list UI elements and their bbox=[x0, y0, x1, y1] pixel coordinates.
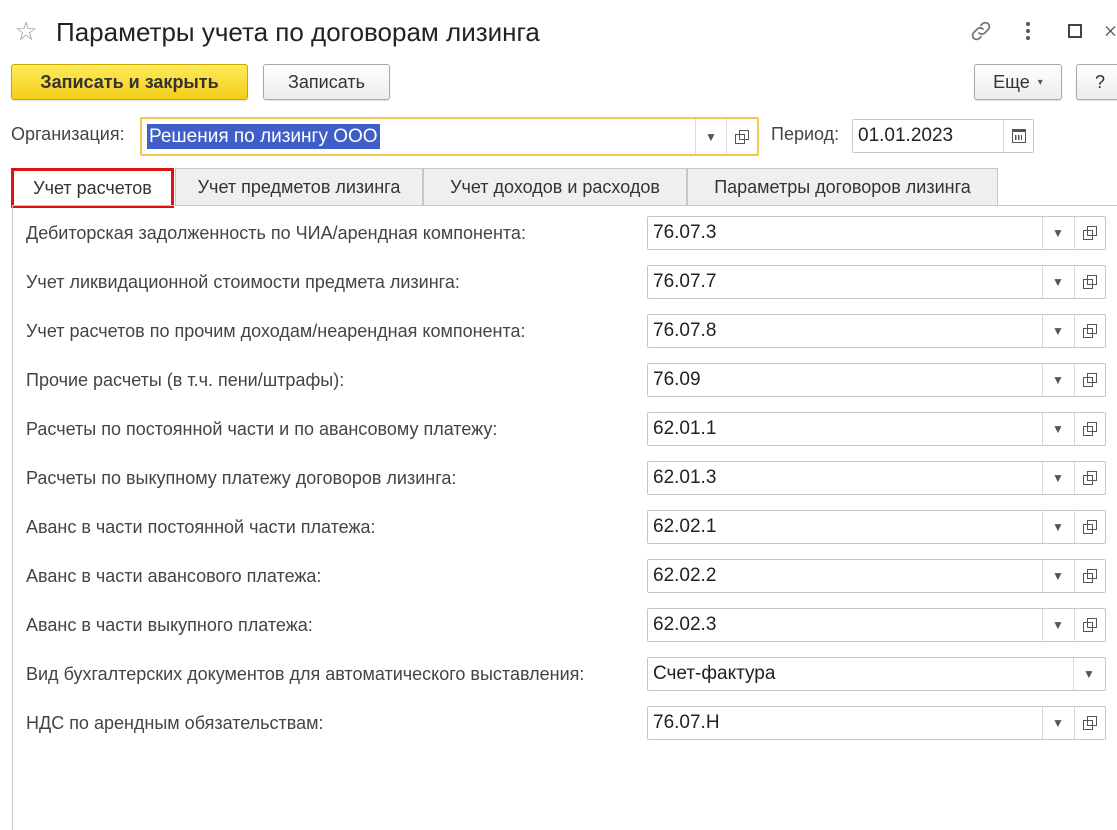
dropdown-icon[interactable]: ▼ bbox=[1043, 560, 1073, 592]
tab-settlements[interactable]: Учет расчетов bbox=[11, 168, 174, 208]
panel-border bbox=[12, 205, 13, 830]
organization-open-icon[interactable] bbox=[727, 119, 757, 154]
setting-value: 76.09 bbox=[653, 369, 701, 390]
setting-label: Аванс в части выкупного платежа: bbox=[26, 615, 313, 635]
more-button-label: Еще bbox=[993, 71, 1030, 92]
setting-label: Расчеты по выкупному платежу договоров л… bbox=[26, 468, 457, 488]
setting-value: 76.07.3 bbox=[653, 222, 717, 243]
setting-value: 62.01.3 bbox=[653, 467, 717, 488]
open-item-icon[interactable] bbox=[1075, 462, 1105, 494]
tab-leasing-items[interactable]: Учет предметов лизинга bbox=[175, 168, 423, 205]
tab-income-expenses[interactable]: Учет доходов и расходов bbox=[423, 168, 687, 205]
open-item-icon[interactable] bbox=[1075, 560, 1105, 592]
setting-field[interactable]: Счет-фактура ▼ bbox=[647, 657, 1106, 691]
open-item-icon[interactable] bbox=[1075, 364, 1105, 396]
setting-value: 76.07.7 bbox=[653, 271, 717, 292]
setting-label: Аванс в части авансового платежа: bbox=[26, 566, 322, 586]
save-button[interactable]: Записать bbox=[263, 64, 390, 100]
dropdown-icon[interactable]: ▼ bbox=[1043, 462, 1073, 494]
dropdown-icon[interactable]: ▼ bbox=[1043, 217, 1073, 249]
open-item-icon[interactable] bbox=[1075, 315, 1105, 347]
chevron-down-icon: ▾ bbox=[1037, 76, 1043, 88]
open-item-icon[interactable] bbox=[1075, 511, 1105, 543]
maximize-icon[interactable] bbox=[1062, 18, 1088, 44]
setting-field[interactable]: 76.07.3 ▼ bbox=[647, 216, 1106, 250]
open-item-icon[interactable] bbox=[1075, 217, 1105, 249]
organization-field[interactable]: Решения по лизингу ООО ▼ bbox=[140, 117, 759, 156]
setting-field[interactable]: 62.02.2 ▼ bbox=[647, 559, 1106, 593]
period-field[interactable]: 01.01.2023 bbox=[852, 119, 1034, 153]
setting-label: НДС по арендным обязательствам: bbox=[26, 713, 324, 733]
setting-label: Прочие расчеты (в т.ч. пени/штрафы): bbox=[26, 370, 345, 390]
setting-value: 62.02.2 bbox=[653, 565, 717, 586]
organization-label: Организация: bbox=[11, 124, 125, 144]
setting-value: 76.07.8 bbox=[653, 320, 717, 341]
open-item-icon[interactable] bbox=[1075, 413, 1105, 445]
star-icon[interactable]: ☆ bbox=[12, 14, 40, 48]
save-and-close-button[interactable]: Записать и закрыть bbox=[11, 64, 248, 100]
setting-value: Счет-фактура bbox=[653, 663, 776, 684]
period-label: Период: bbox=[771, 124, 840, 144]
setting-field[interactable]: 76.07.7 ▼ bbox=[647, 265, 1106, 299]
dropdown-icon[interactable]: ▼ bbox=[1074, 658, 1104, 690]
setting-field[interactable]: 76.07.8 ▼ bbox=[647, 314, 1106, 348]
dropdown-icon[interactable]: ▼ bbox=[1043, 413, 1073, 445]
setting-label: Аванс в части постоянной части платежа: bbox=[26, 517, 376, 537]
dropdown-icon[interactable]: ▼ bbox=[1043, 266, 1073, 298]
setting-field[interactable]: 76.07.Н ▼ bbox=[647, 706, 1106, 740]
setting-label: Расчеты по постоянной части и по авансов… bbox=[26, 419, 498, 439]
window-title: Параметры учета по договорам лизинга bbox=[56, 17, 540, 47]
setting-label: Учет расчетов по прочим доходам/неарендн… bbox=[26, 321, 526, 341]
more-button[interactable]: Еще ▾ bbox=[974, 64, 1062, 100]
setting-field[interactable]: 62.01.1 ▼ bbox=[647, 412, 1106, 446]
period-value: 01.01.2023 bbox=[858, 125, 954, 146]
setting-label: Учет ликвидационной стоимости предмета л… bbox=[26, 272, 460, 292]
dropdown-icon[interactable]: ▼ bbox=[1043, 511, 1073, 543]
help-button[interactable]: ? bbox=[1076, 64, 1117, 100]
setting-label: Вид бухгалтерских документов для автомат… bbox=[26, 664, 585, 684]
tab-contract-params[interactable]: Параметры договоров лизинга bbox=[687, 168, 998, 205]
more-vertical-icon[interactable] bbox=[1015, 18, 1041, 44]
dropdown-icon[interactable]: ▼ bbox=[1043, 609, 1073, 641]
organization-dropdown-icon[interactable]: ▼ bbox=[696, 119, 726, 154]
setting-field[interactable]: 76.09 ▼ bbox=[647, 363, 1106, 397]
dropdown-icon[interactable]: ▼ bbox=[1043, 364, 1073, 396]
setting-value: 76.07.Н bbox=[653, 712, 720, 733]
setting-label: Дебиторская задолженность по ЧИА/арендна… bbox=[26, 223, 526, 243]
dropdown-icon[interactable]: ▼ bbox=[1043, 315, 1073, 347]
setting-field[interactable]: 62.02.1 ▼ bbox=[647, 510, 1106, 544]
tab-divider bbox=[12, 205, 1117, 206]
setting-field[interactable]: 62.02.3 ▼ bbox=[647, 608, 1106, 642]
link-icon[interactable] bbox=[968, 18, 994, 44]
setting-field[interactable]: 62.01.3 ▼ bbox=[647, 461, 1106, 495]
open-item-icon[interactable] bbox=[1075, 609, 1105, 641]
organization-value: Решения по лизингу ООО bbox=[147, 124, 380, 149]
setting-value: 62.01.1 bbox=[653, 418, 717, 439]
calendar-icon[interactable] bbox=[1004, 120, 1034, 152]
close-icon[interactable] bbox=[1104, 18, 1117, 44]
open-item-icon[interactable] bbox=[1075, 707, 1105, 739]
setting-value: 62.02.3 bbox=[653, 614, 717, 635]
setting-value: 62.02.1 bbox=[653, 516, 717, 537]
open-item-icon[interactable] bbox=[1075, 266, 1105, 298]
dropdown-icon[interactable]: ▼ bbox=[1043, 707, 1073, 739]
